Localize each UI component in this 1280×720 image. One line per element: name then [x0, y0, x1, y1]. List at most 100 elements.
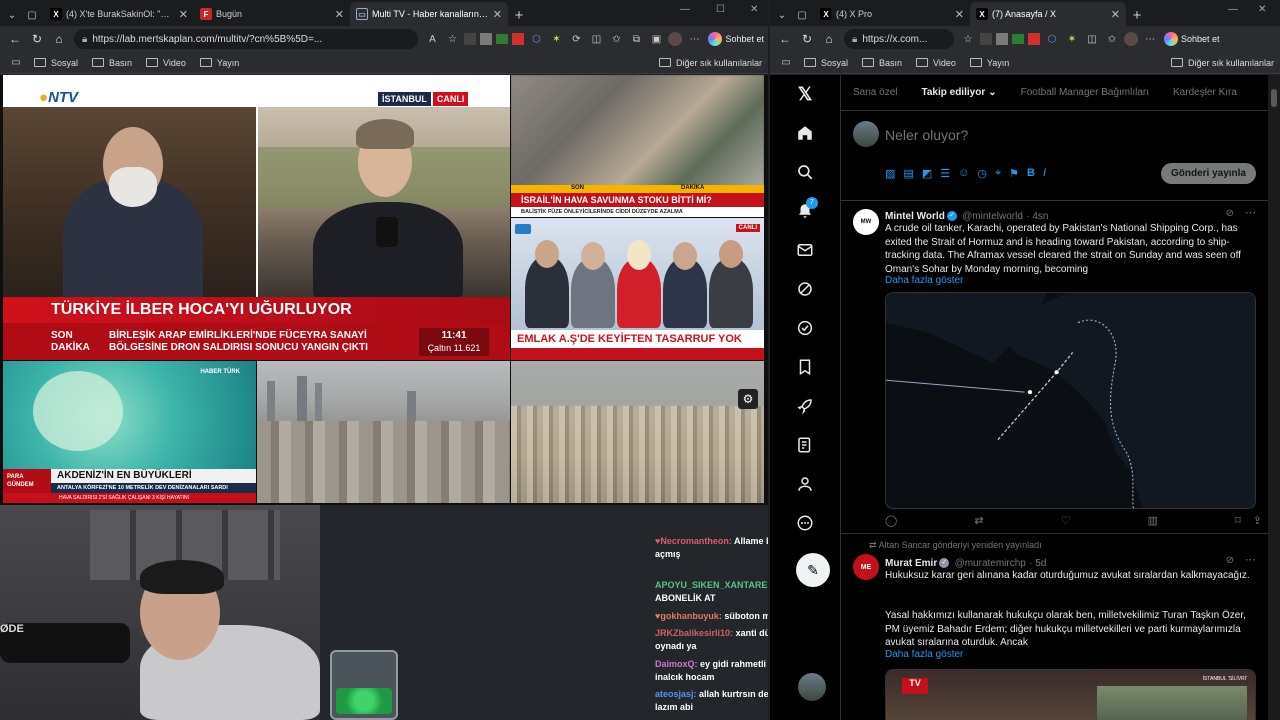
scrollbar-thumb[interactable] — [1271, 89, 1277, 107]
bookmark-folder-sosyal[interactable]: Sosyal — [34, 58, 78, 68]
home-icon[interactable] — [794, 122, 816, 144]
favorite-icon[interactable]: ☆ — [444, 31, 460, 47]
copilot-chat-button[interactable]: Sohbet et — [1164, 32, 1220, 46]
sozcu-stream[interactable]: CANLI EMLAK A.Ş'DE KEYİFTEN TASARRUF YOK — [511, 218, 764, 360]
ntv-stream[interactable]: ●NTV İSTANBUL CANLI TÜRKİYE İLBER HOCA'Y… — [3, 75, 510, 360]
menu-dots-icon[interactable]: ⋯ — [686, 31, 702, 47]
sync-icon[interactable]: ⟳ — [568, 31, 584, 47]
bookmarks-icon[interactable] — [794, 356, 816, 378]
workspaces-icon[interactable]: ▢ — [794, 7, 810, 23]
haberturk-stream[interactable]: HABER TÜRK PARA GÜNDEM AKDENİZ'İN EN BÜYÜ… — [3, 361, 256, 503]
tab-following[interactable]: Takip ediliyor ⌄ — [909, 75, 1008, 110]
close-tab-icon[interactable]: ✕ — [335, 8, 344, 21]
grok-icon[interactable] — [794, 278, 816, 300]
tab-actions-icon[interactable]: ⌄ — [774, 7, 790, 23]
bookmark-folder-sosyal[interactable]: Sosyal — [804, 58, 848, 68]
extension-5-icon[interactable]: ⬡ — [1044, 31, 1060, 47]
composer-input[interactable]: Neler oluyor? — [885, 127, 968, 143]
flag-icon[interactable]: ⚑ — [1009, 167, 1019, 180]
new-tab-button[interactable]: + — [1126, 4, 1148, 26]
url-input[interactable]: 🔒︎ https://lab.mertskaplan.com/multitv/?c… — [74, 29, 419, 49]
tab-list-football-manager[interactable]: Football Manager Bağımlıları — [1009, 75, 1161, 110]
maximize-icon[interactable]: ☐ — [716, 4, 725, 15]
refresh-icon[interactable]: ↻ — [796, 29, 818, 49]
share-icon[interactable]: ⇪ — [1253, 514, 1262, 527]
new-tab-button[interactable]: + — [508, 4, 530, 26]
close-tab-icon[interactable]: ✕ — [179, 8, 188, 21]
other-bookmarks[interactable]: Diğer sık kullanılanlar — [658, 58, 762, 68]
scrollbar[interactable] — [1268, 75, 1280, 720]
location-icon[interactable]: ⌖ — [995, 167, 1001, 180]
back-icon[interactable]: ← — [4, 29, 26, 49]
refresh-icon[interactable]: ↻ — [26, 29, 48, 49]
split-screen-icon[interactable]: ◫ — [1084, 31, 1100, 47]
menu-dots-icon[interactable]: ⋯ — [1142, 31, 1158, 47]
tweet-map-image[interactable] — [885, 292, 1256, 509]
extension-2-icon[interactable] — [480, 33, 493, 45]
tweet-image[interactable]: TV İSTANBUL 'SİLİVRİ' — [885, 669, 1256, 720]
bookmarks-toggle-icon[interactable]: ▭ — [778, 55, 794, 71]
more-options-icon[interactable]: ⋯ — [1245, 206, 1256, 219]
extension-4-icon[interactable] — [512, 33, 525, 45]
show-more-link[interactable]: Daha fazla göster — [885, 275, 963, 286]
bookmarks-toggle-icon[interactable]: ▭ — [8, 55, 24, 71]
schedule-icon[interactable]: ◷ — [977, 167, 987, 180]
mintel-avatar[interactable]: MW — [853, 209, 879, 235]
url-input[interactable]: 🔒︎ https://x.com... — [844, 29, 954, 49]
bookmark-folder-video[interactable]: Video — [916, 58, 956, 68]
tab-for-you[interactable]: Sana özel — [841, 75, 909, 110]
screenshot-icon[interactable]: ▣ — [648, 31, 664, 47]
favorites-list-icon[interactable]: ✩ — [608, 31, 624, 47]
articles-icon[interactable] — [794, 434, 816, 456]
explore-icon[interactable] — [794, 161, 816, 183]
home-icon[interactable]: ⌂ — [818, 29, 840, 49]
extension-5-icon[interactable]: ⬡ — [528, 31, 544, 47]
bookmark-folder-yayin[interactable]: Yayın — [969, 58, 1009, 68]
tab-x-pro[interactable]: X (4) X Pro ✕ — [814, 2, 970, 26]
profile-icon[interactable] — [794, 473, 816, 495]
home-icon[interactable]: ⌂ — [48, 29, 70, 49]
workspaces-icon[interactable]: ▢ — [24, 7, 40, 23]
tab-actions-icon[interactable]: ⌄ — [4, 7, 20, 23]
close-window-icon[interactable]: ✕ — [750, 4, 758, 15]
gear-icon[interactable]: ⚙ — [738, 389, 758, 409]
minimize-icon[interactable]: — — [680, 4, 690, 15]
extension-6-icon[interactable]: ✶ — [548, 31, 564, 47]
like-icon[interactable]: ♡ — [1061, 514, 1071, 527]
extension-1-icon[interactable] — [980, 33, 992, 45]
tab-x-buraksakinol[interactable]: X (4) X'te BurakSakinOl: "Sinners alır ✕ — [44, 2, 194, 26]
poll-icon[interactable]: ☰ — [940, 167, 950, 180]
compose-post-button[interactable]: ✎ — [796, 553, 830, 587]
extension-2-icon[interactable] — [996, 33, 1008, 45]
extension-1-icon[interactable] — [464, 33, 477, 45]
post-button[interactable]: Gönderi yayınla — [1160, 163, 1256, 184]
favorite-icon[interactable]: ☆ — [960, 31, 976, 47]
more-icon[interactable] — [794, 512, 816, 534]
more-options-icon[interactable]: ⋯ — [1245, 553, 1256, 566]
notifications-icon[interactable]: 7 — [794, 197, 818, 222]
italic-icon[interactable]: I — [1043, 167, 1046, 180]
reply-icon[interactable]: ◯ — [885, 514, 897, 527]
minimize-icon[interactable]: — — [1228, 4, 1238, 15]
murat-emir-avatar[interactable]: ME — [853, 554, 879, 580]
rocket-icon[interactable] — [794, 395, 816, 417]
extension-4-icon[interactable] — [1028, 33, 1040, 45]
tab-list-kardesler[interactable]: Kardeşler Kıra — [1161, 75, 1249, 110]
extension-6-icon[interactable]: ✶ — [1064, 31, 1080, 47]
bookmark-folder-basin[interactable]: Basın — [862, 58, 902, 68]
tab-multi-tv[interactable]: ▭ Multi TV - Haber kanallarını aynı an ✕ — [350, 2, 508, 26]
close-window-icon[interactable]: ✕ — [1258, 4, 1266, 15]
tab-x-home[interactable]: X (7) Anasayfa / X ✕ — [970, 2, 1126, 26]
account-avatar[interactable] — [798, 673, 826, 701]
news-stream-israel[interactable]: SON DAKİKA İSRAİL'İN HAVA SAVUNMA STOKU … — [511, 75, 764, 217]
city-camera-stream-1[interactable] — [257, 361, 510, 503]
other-bookmarks[interactable]: Diğer sık kullanılanlar — [1170, 58, 1274, 68]
premium-icon[interactable] — [794, 317, 816, 339]
copilot-chat-button[interactable]: Sohbet et — [708, 32, 764, 46]
bookmark-icon[interactable]: ⌑ — [1235, 514, 1241, 527]
tweet[interactable]: MW Mintel World ✓ @mintelworld · 4sn ⊘ ⋯ … — [841, 201, 1268, 534]
gif-icon[interactable]: ▤ — [903, 167, 913, 180]
favorites-list-icon[interactable]: ✩ — [1104, 31, 1120, 47]
split-screen-icon[interactable]: ◫ — [588, 31, 604, 47]
bookmark-folder-video[interactable]: Video — [146, 58, 186, 68]
